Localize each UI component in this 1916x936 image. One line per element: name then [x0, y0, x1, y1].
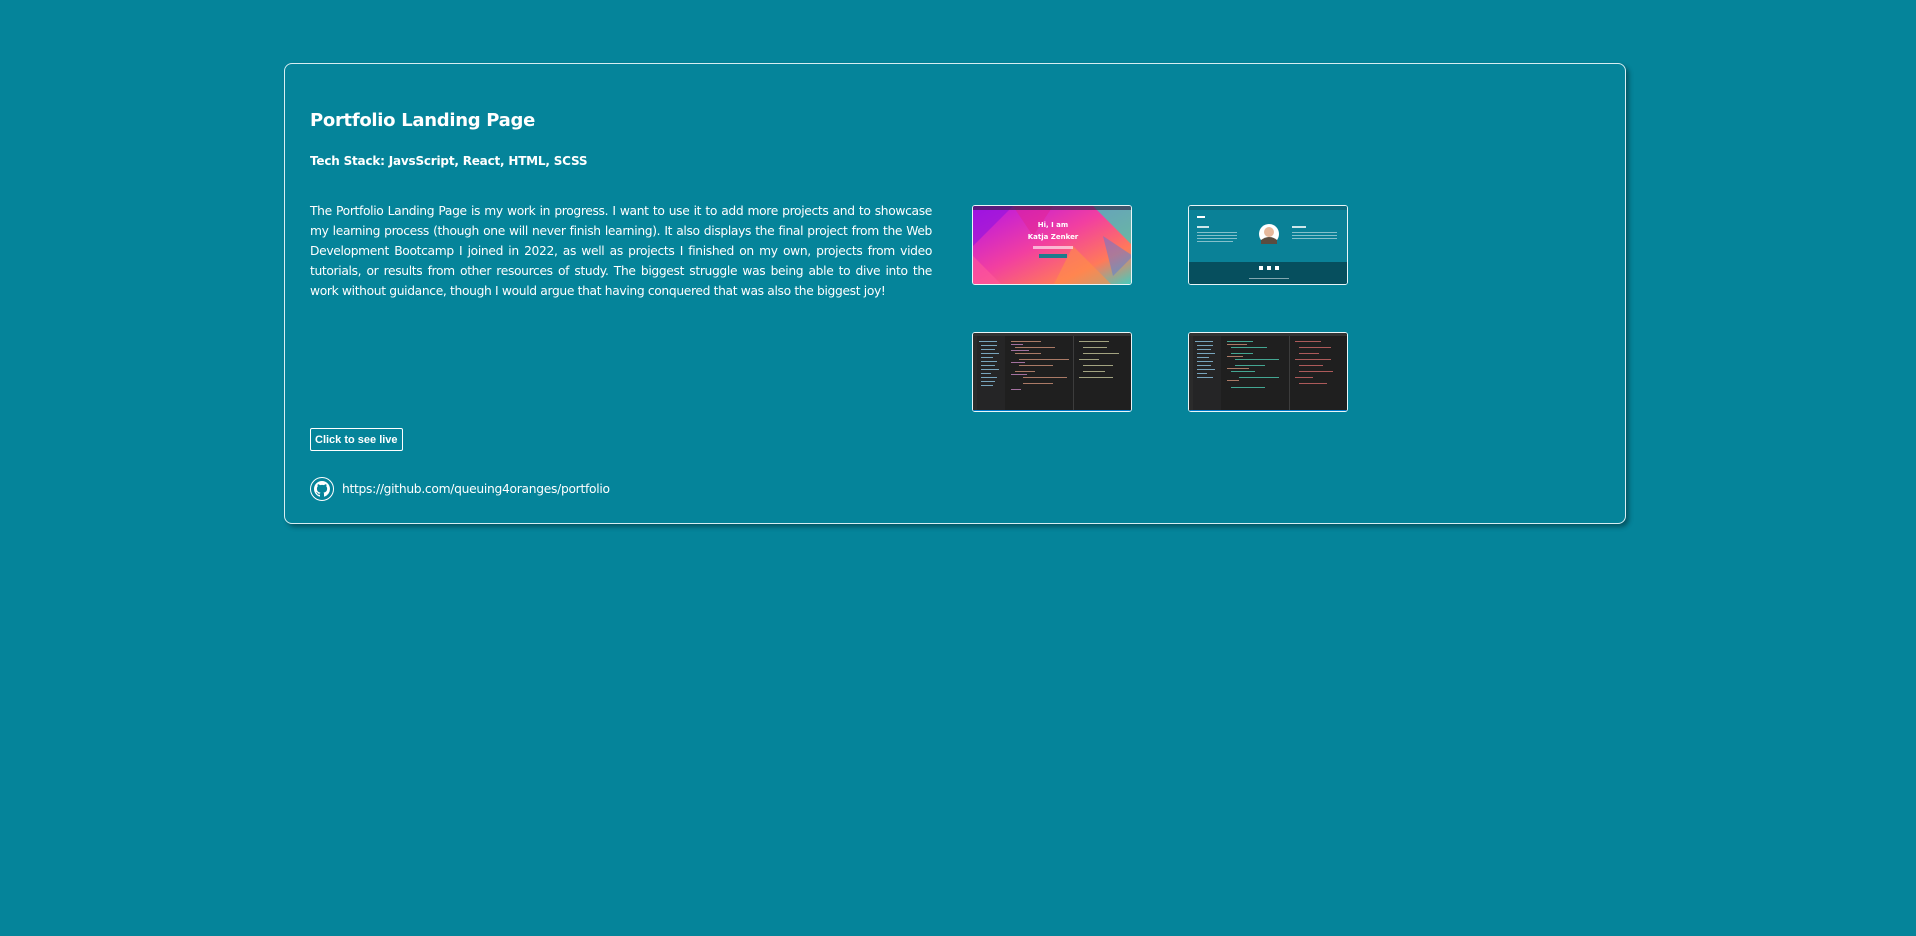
project-card: Portfolio Landing Page Tech Stack: JavsS…: [284, 63, 1626, 524]
about-preview-image: [1189, 206, 1347, 284]
screenshot-about[interactable]: [1188, 205, 1348, 285]
screenshot-hero[interactable]: Hi, I am Katja Zenker: [972, 205, 1132, 285]
project-description: The Portfolio Landing Page is my work in…: [310, 204, 932, 298]
github-link[interactable]: https://github.com/queuing4oranges/portf…: [342, 482, 610, 496]
tech-stack: Tech Stack: JavsScript, React, HTML, SCS…: [310, 154, 588, 168]
screenshot-code-1[interactable]: [972, 332, 1132, 412]
see-live-button[interactable]: Click to see live: [310, 428, 403, 451]
hero-preview-image: Hi, I am Katja Zenker: [973, 206, 1131, 284]
github-row: https://github.com/queuing4oranges/portf…: [310, 477, 610, 501]
screenshot-code-2[interactable]: [1188, 332, 1348, 412]
code-preview-image-1: [973, 333, 1131, 411]
hero-name: Katja Zenker: [1028, 233, 1079, 241]
project-title: Portfolio Landing Page: [310, 110, 536, 131]
code-preview-image-2: [1189, 333, 1347, 411]
hero-greeting: Hi, I am: [1038, 221, 1068, 229]
github-icon[interactable]: [310, 477, 334, 501]
